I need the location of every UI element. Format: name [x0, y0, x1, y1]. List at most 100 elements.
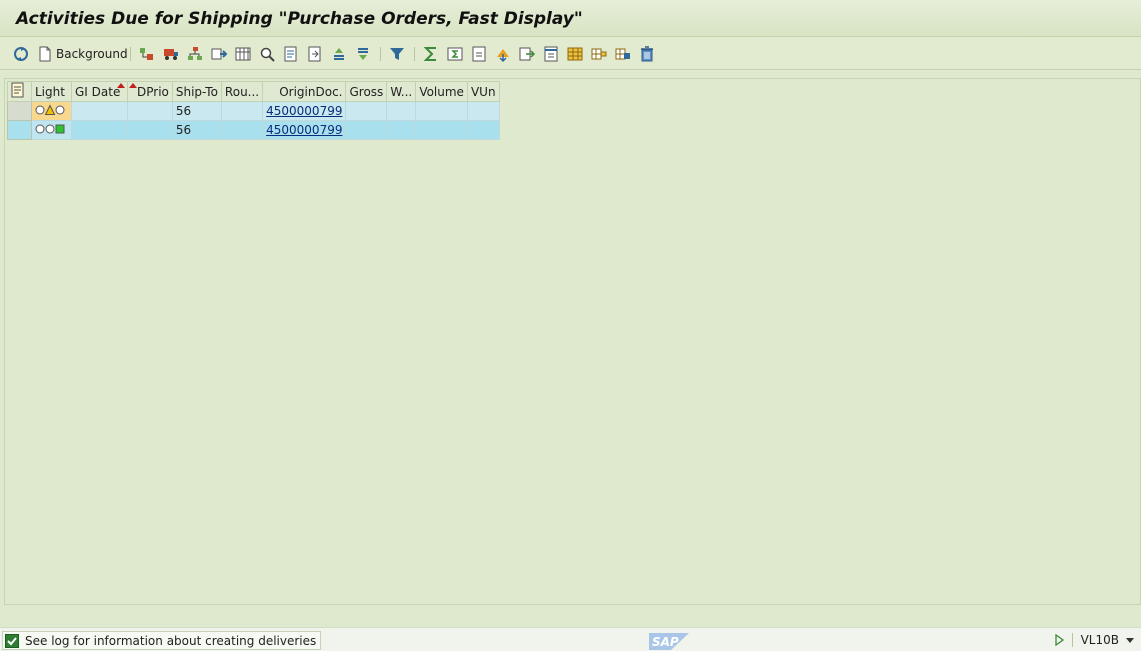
page-title: Activities Due for Shipping "Purchase Or…	[16, 9, 583, 29]
subtotal-button[interactable]	[446, 44, 464, 64]
sort-desc-icon	[358, 48, 368, 60]
success-check-icon	[5, 633, 19, 648]
print-preview-button[interactable]	[542, 44, 560, 64]
columns-button[interactable]	[234, 44, 252, 64]
vun-cell	[466, 101, 500, 121]
origin-doc-cell: 4500000799	[262, 120, 347, 140]
select-all-button[interactable]	[7, 81, 32, 102]
column-header-ship-to[interactable]: Ship-To	[171, 81, 222, 102]
document-icon	[39, 46, 51, 62]
sort-asc-icon	[334, 48, 344, 60]
column-header-light[interactable]: Light	[31, 81, 72, 102]
delete-icon	[641, 46, 653, 62]
background-button-label: Background	[56, 47, 128, 61]
traffic-light-yellow-icon	[35, 103, 65, 115]
layout-icon	[567, 47, 583, 61]
application-toolbar: Background	[0, 38, 1141, 70]
gi-date-cell	[71, 101, 128, 121]
traffic-light-cell	[31, 101, 72, 121]
table-row[interactable]: 56 4500000799	[7, 120, 500, 140]
list-doc-button[interactable]	[306, 44, 324, 64]
sort-descending-button[interactable]	[354, 44, 372, 64]
row-selector[interactable]	[7, 101, 32, 121]
route-cell	[220, 120, 264, 140]
activities-table: Light GI Date DPrio Ship-To Rou... Origi…	[7, 81, 500, 140]
vun-cell	[466, 120, 500, 140]
play-icon[interactable]	[1054, 634, 1064, 646]
gross-cell	[345, 120, 388, 140]
column-header-dprio[interactable]: DPrio	[127, 81, 173, 102]
column-header-weight-unit[interactable]: W...	[386, 81, 417, 102]
ship-button[interactable]	[162, 44, 180, 64]
layout-save-icon	[615, 48, 630, 60]
title-bar: Activities Due for Shipping "Purchase Or…	[0, 0, 1141, 37]
system-info: VL10B	[1054, 633, 1135, 647]
change-layout-button[interactable]	[590, 44, 608, 64]
save-layout-button[interactable]	[614, 44, 632, 64]
layout-menu-icon	[11, 82, 24, 98]
column-header-vun[interactable]: VUn	[466, 81, 500, 102]
list-left-button[interactable]	[282, 44, 300, 64]
origin-doc-link[interactable]: 4500000799	[266, 104, 342, 118]
sort-ascending-button[interactable]	[330, 44, 348, 64]
total-icon	[472, 46, 486, 62]
refresh-button[interactable]	[12, 44, 30, 64]
subtotal-icon	[447, 47, 463, 61]
sum-button[interactable]	[422, 44, 440, 64]
sort-indicator-icon	[129, 83, 137, 88]
background-button[interactable]: Background	[38, 44, 128, 64]
find-icon	[260, 47, 275, 62]
gross-cell	[345, 101, 388, 121]
column-header-origin-doc[interactable]: OriginDoc.	[262, 81, 347, 102]
status-message-text: See log for information about creating d…	[25, 633, 317, 648]
layout-button[interactable]	[566, 44, 584, 64]
list-left-icon	[284, 46, 297, 62]
row-selector[interactable]	[7, 120, 32, 140]
column-header-route[interactable]: Rou...	[220, 81, 264, 102]
filter-icon	[390, 48, 404, 60]
hierarchy-icon	[188, 47, 202, 60]
weight-unit-cell	[386, 101, 417, 121]
print-preview-icon	[544, 46, 558, 62]
delete-button[interactable]	[638, 44, 656, 64]
toolbar-separator	[414, 47, 415, 61]
refresh-icon	[14, 47, 28, 61]
origin-doc-cell: 4500000799	[262, 101, 347, 121]
hierarchy-button[interactable]	[186, 44, 204, 64]
forward-icon	[211, 48, 228, 60]
column-header-gi-date-label: GI Date	[75, 84, 121, 99]
toolbar-separator	[130, 47, 131, 61]
list-doc-icon	[308, 46, 321, 62]
find-button[interactable]	[258, 44, 276, 64]
status-message[interactable]: See log for information about creating d…	[2, 631, 322, 650]
select-detail-button[interactable]	[138, 44, 156, 64]
column-header-gross[interactable]: Gross	[345, 81, 388, 102]
grid-icon	[235, 47, 251, 61]
column-header-gi-date[interactable]: GI Date	[71, 81, 128, 102]
select-detail-icon	[140, 48, 153, 60]
sort-indicator-icon	[117, 83, 125, 88]
ship-icon	[164, 49, 178, 60]
export-button[interactable]	[494, 44, 512, 64]
export-file-button[interactable]	[518, 44, 536, 64]
svg-text:SAP: SAP	[652, 635, 679, 649]
filter-button[interactable]	[388, 44, 406, 64]
sum-icon	[423, 47, 436, 61]
column-header-volume[interactable]: Volume	[415, 81, 468, 102]
dprio-cell	[127, 101, 173, 121]
status-divider	[1071, 633, 1073, 647]
traffic-light-cell	[31, 120, 72, 140]
route-cell	[220, 101, 264, 121]
total-button[interactable]	[470, 44, 488, 64]
gi-date-cell	[71, 120, 128, 140]
volume-cell	[415, 120, 468, 140]
ship-to-cell: 56	[171, 120, 222, 140]
origin-doc-link[interactable]: 4500000799	[266, 123, 342, 137]
chevron-down-icon[interactable]	[1125, 635, 1135, 645]
volume-cell	[415, 101, 468, 121]
traffic-light-green-icon	[35, 124, 65, 133]
export2-icon	[519, 47, 536, 61]
forward-button[interactable]	[210, 44, 228, 64]
table-row[interactable]: 56 4500000799	[7, 101, 500, 121]
toolbar-separator	[380, 47, 381, 61]
